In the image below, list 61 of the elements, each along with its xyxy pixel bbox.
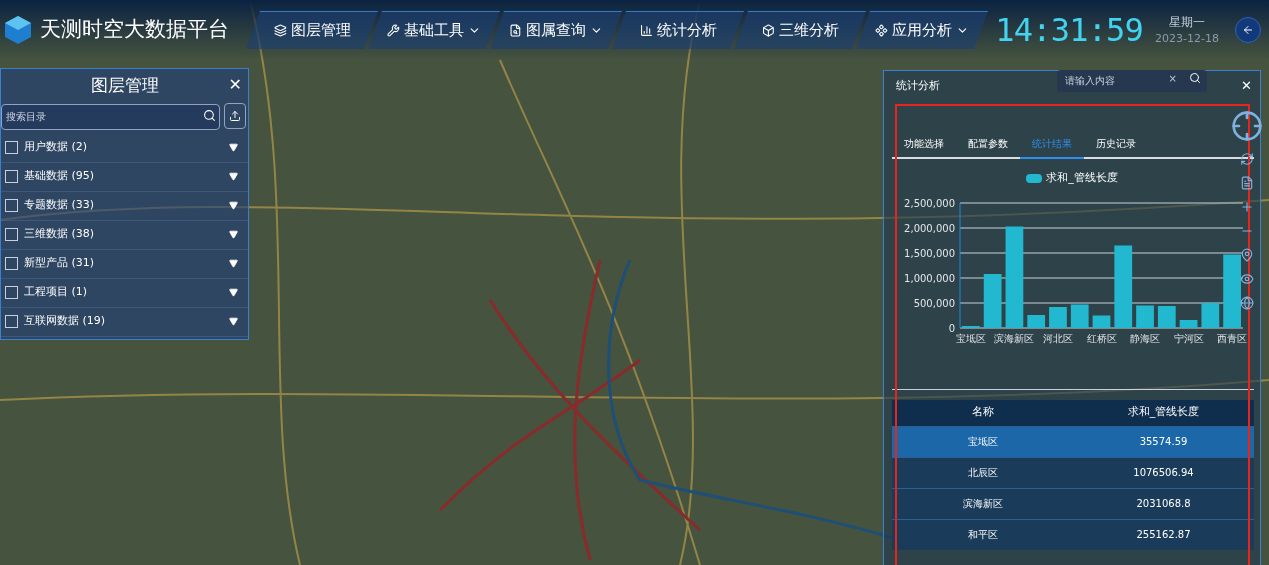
panel-title: 图层管理 <box>90 74 159 98</box>
layer-group-label: 用户数据 (2) <box>24 139 88 156</box>
table-cell-text: 1076506.94 <box>1132 466 1195 480</box>
table-cell-text: 35574.59 <box>1138 435 1189 449</box>
table-cell-text: 2031068.8 <box>1135 497 1192 511</box>
layer-group-row[interactable]: 基础数据 (95) <box>1 162 248 192</box>
column-header: 名称 <box>970 404 995 421</box>
table-cell-text: 宝坻区 <box>966 435 999 449</box>
search-field[interactable]: 搜索目录 <box>1 103 220 130</box>
layer-group-label: 基础数据 (95) <box>24 168 95 185</box>
layer-group-row[interactable]: 用户数据 (2) <box>1 133 248 163</box>
table-row[interactable]: 北辰区 1076506.94 <box>892 456 1254 488</box>
nav-tab[interactable]: 基础工具 <box>368 11 500 49</box>
nav-tab[interactable]: 统计分析 <box>612 11 744 49</box>
layer-group-row[interactable]: 三维数据 (38) <box>1 220 248 250</box>
axis-label: 静海区 <box>1130 332 1161 344</box>
axis-label: 500,000 <box>913 297 955 309</box>
nav-tab[interactable]: 三维分析 <box>734 11 866 49</box>
layer-group-row[interactable]: 互联网数据 (19) <box>1 307 248 337</box>
nav-tab[interactable]: 图属查询 <box>490 11 622 49</box>
axis-label: 西青区 <box>1217 332 1248 344</box>
layer-group-label: 互联网数据 (19) <box>24 313 106 330</box>
axis-label: 滨海新区 <box>994 332 1035 344</box>
axis-label: 宝坻区 <box>955 332 986 344</box>
table-cell-text: 255162.87 <box>1135 528 1192 542</box>
weekday-text: 星期一 <box>1169 13 1206 31</box>
tab[interactable]: 配置参数 <box>956 136 1020 159</box>
table-cell-text: 和平区 <box>966 528 999 542</box>
table-row[interactable]: 滨海新区 2031068.8 <box>892 487 1254 519</box>
clear-button[interactable]: × <box>1168 71 1177 86</box>
axis-label: 2,500,000 <box>904 197 955 209</box>
table-row[interactable]: 宝坻区 35574.59 <box>892 425 1254 457</box>
nav-tab[interactable]: 图层管理 <box>246 11 378 49</box>
axis-label: 2,000,000 <box>904 222 955 234</box>
layer-group-row[interactable]: 专题数据 (33) <box>1 191 248 221</box>
legend-label: 求和_管线长度 <box>1046 170 1118 186</box>
nav-tab[interactable]: 应用分析 <box>856 11 988 49</box>
layer-group-label: 专题数据 (33) <box>24 197 95 214</box>
axis-label: 1,500,000 <box>904 247 955 259</box>
axis-label: 0 <box>948 322 955 334</box>
table-row[interactable]: 和平区 255162.87 <box>892 518 1254 550</box>
close-button[interactable]: ✕ <box>1241 76 1252 96</box>
tab[interactable]: 功能选择 <box>892 136 956 159</box>
layer-group-row[interactable]: 工程项目 (1) <box>1 278 248 308</box>
app-title: 天测时空大数据平台 <box>40 16 229 44</box>
close-button[interactable]: ✕ <box>228 73 242 97</box>
layer-group-label: 工程项目 (1) <box>24 284 88 301</box>
axis-label: 河北区 <box>1042 332 1073 344</box>
axis-label: 红桥区 <box>1086 332 1117 344</box>
table-cell-text: 滨海新区 <box>961 497 1004 511</box>
layer-group-row[interactable]: 新型产品 (31) <box>1 249 248 279</box>
axis-label: 宁河区 <box>1173 332 1204 344</box>
date-text: 2023-12-18 <box>1155 30 1219 47</box>
axis-label: 1,000,000 <box>904 272 955 284</box>
panel-title: 统计分析 <box>896 77 940 94</box>
table-cell-text: 北辰区 <box>966 466 999 480</box>
tab[interactable]: 历史记录 <box>1084 136 1148 159</box>
layer-group-label: 三维数据 (38) <box>24 226 95 243</box>
clock-time: 14:31:59 <box>995 10 1144 51</box>
column-header: 求和_管线长度 <box>1126 404 1201 421</box>
layer-group-label: 新型产品 (31) <box>24 255 95 272</box>
